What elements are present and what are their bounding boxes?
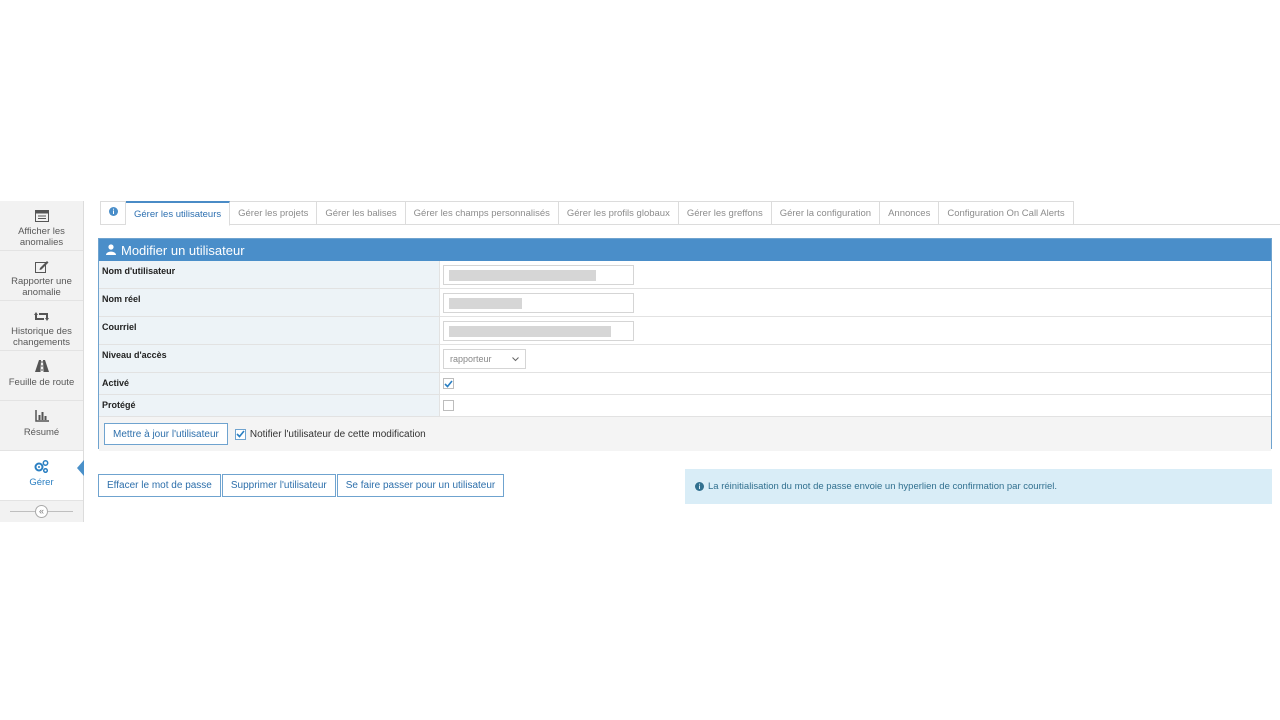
sidebar-item-report-issue[interactable]: Rapporter une anomalie <box>0 251 83 301</box>
sidebar-item-label: Gérer <box>29 477 54 488</box>
tab-manage-global-profiles[interactable]: Gérer les profils globaux <box>558 201 679 225</box>
sidebar-item-manage[interactable]: Gérer <box>0 451 84 501</box>
tab-manage-plugins[interactable]: Gérer les greffons <box>678 201 772 225</box>
bar-chart-icon <box>34 409 49 423</box>
sidebar-item-view-issues[interactable]: Afficher les anomalies <box>0 201 83 251</box>
tab-manage-tags[interactable]: Gérer les balises <box>317 201 406 225</box>
panel-header: Modifier un utilisateur <box>99 239 1271 261</box>
username-label: Nom d'utilisateur <box>99 261 440 288</box>
sidebar-item-label: Résumé <box>23 427 60 438</box>
sidebar-item-label: Historique des changements <box>11 326 72 348</box>
protected-label: Protégé <box>99 395 440 416</box>
check-icon <box>444 379 453 388</box>
collapse-sidebar-button[interactable]: « <box>35 504 48 518</box>
chevron-down-icon <box>512 354 519 364</box>
sidebar-collapse: « <box>0 501 83 521</box>
enabled-checkbox[interactable] <box>443 378 454 389</box>
access-level-label: Niveau d'accès <box>99 345 440 372</box>
tab-info[interactable] <box>100 201 126 225</box>
protected-row: Protégé <box>99 395 1271 417</box>
enabled-row: Activé <box>99 373 1271 395</box>
road-icon <box>34 359 49 373</box>
retweet-icon <box>34 309 49 323</box>
check-icon <box>236 430 245 438</box>
email-label: Courriel <box>99 317 440 344</box>
tab-announcements[interactable]: Annonces <box>880 201 940 225</box>
email-row: Courriel <box>99 317 1271 345</box>
info-circle-icon <box>695 482 704 491</box>
protected-checkbox[interactable] <box>443 400 454 411</box>
tab-on-call-alerts[interactable]: Configuration On Call Alerts <box>939 201 1074 225</box>
tab-manage-projects[interactable]: Gérer les projets <box>230 201 318 225</box>
gears-icon <box>34 459 49 473</box>
user-actions: Effacer le mot de passe Supprimer l'util… <box>98 474 505 497</box>
sidebar-item-label: Feuille de route <box>8 377 75 388</box>
access-level-select[interactable]: rapporteur <box>443 348 526 369</box>
impersonate-user-button[interactable]: Se faire passer pour un utilisateur <box>336 474 505 497</box>
panel-title: Modifier un utilisateur <box>121 242 245 258</box>
realname-row: Nom réel <box>99 289 1271 317</box>
access-level-row: Niveau d'accès rapporteur <box>99 345 1271 373</box>
notify-label: Notifier l'utilisateur de cette modifica… <box>249 428 426 440</box>
sidebar-item-label: Rapporter une anomalie <box>11 276 72 298</box>
realname-input[interactable] <box>443 292 634 313</box>
edit-icon <box>34 259 49 273</box>
panel-footer: Mettre à jour l'utilisateur Notifier l'u… <box>99 417 1271 451</box>
notify-checkbox[interactable] <box>234 428 246 440</box>
realname-label: Nom réel <box>99 289 440 316</box>
sidebar-item-summary[interactable]: Résumé <box>0 401 83 451</box>
sidebar-item-changelog[interactable]: Historique des changements <box>0 301 83 351</box>
email-input[interactable] <box>443 320 634 341</box>
edit-user-panel: Modifier un utilisateur Nom d'utilisateu… <box>98 238 1272 451</box>
redacted-value <box>449 297 522 309</box>
username-input[interactable] <box>443 264 634 285</box>
sidebar-item-label: Afficher les anomalies <box>18 226 65 248</box>
tab-manage-users[interactable]: Gérer les utilisateurs <box>126 201 231 226</box>
admin-tabs: Gérer les utilisateurs Gérer les projets… <box>100 201 1074 226</box>
sidebar-item-roadmap[interactable]: Feuille de route <box>0 351 83 401</box>
enabled-label: Activé <box>99 373 440 394</box>
tab-manage-configuration[interactable]: Gérer la configuration <box>771 201 881 225</box>
user-icon <box>106 243 116 258</box>
delete-user-button[interactable]: Supprimer l'utilisateur <box>221 474 336 497</box>
list-icon <box>34 209 49 223</box>
info-circle-icon <box>108 207 118 219</box>
username-row: Nom d'utilisateur <box>99 261 1271 289</box>
double-chevron-left-icon: « <box>38 505 44 516</box>
reset-password-button[interactable]: Effacer le mot de passe <box>98 474 221 497</box>
redacted-value <box>449 325 611 337</box>
update-user-button[interactable]: Mettre à jour l'utilisateur <box>104 423 228 445</box>
sidebar: Afficher les anomalies Rapporter une ano… <box>0 201 84 522</box>
alert-text: La réinitialisation du mot de passe envo… <box>708 481 1058 492</box>
tab-manage-custom-fields[interactable]: Gérer les champs personnalisés <box>405 201 559 225</box>
notify-user-option: Notifier l'utilisateur de cette modifica… <box>234 428 426 440</box>
info-alert: La réinitialisation du mot de passe envo… <box>685 469 1272 504</box>
redacted-value <box>449 269 596 281</box>
access-level-value: rapporteur <box>450 353 492 364</box>
